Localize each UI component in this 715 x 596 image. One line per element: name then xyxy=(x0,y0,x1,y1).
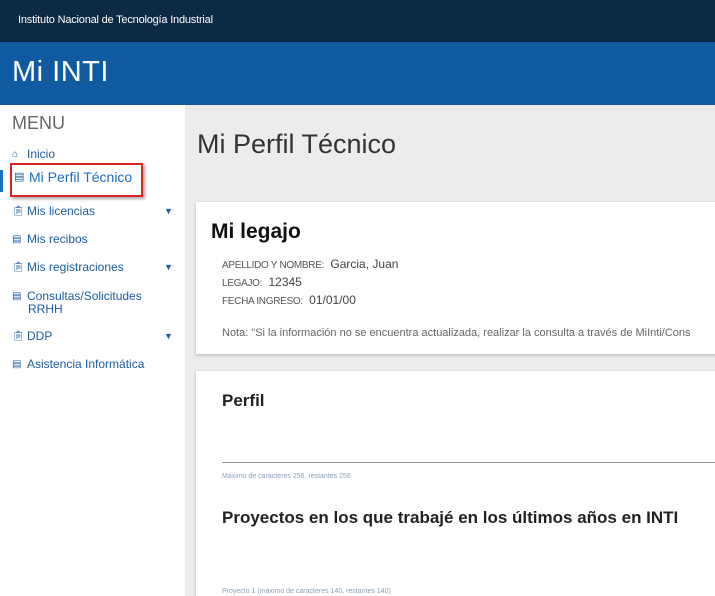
sidebar-item-label: DDP xyxy=(27,329,53,343)
chevron-down-icon[interactable]: ▼ xyxy=(164,261,173,274)
sidebar-item-ddp[interactable]: 📋︎ DDP ▼ xyxy=(12,329,173,343)
chevron-down-icon[interactable]: ▼ xyxy=(164,205,173,218)
card-icon: ▤ xyxy=(12,359,22,370)
clipboard-icon: 📋︎ xyxy=(12,262,25,273)
sidebar-item-label-line2: RRHH xyxy=(28,302,63,316)
sidebar-item-label: Asistencia Informática xyxy=(27,357,145,371)
menu-title: MENU xyxy=(12,113,65,133)
sidebar-item-label: Mi Perfil Técnico xyxy=(29,169,133,185)
sidebar-item-label: Mis registraciones xyxy=(27,260,124,274)
clipboard-icon: 📋︎ xyxy=(12,206,25,217)
active-indicator xyxy=(0,170,3,192)
sidebar-item-mis-licencias[interactable]: 📋︎ Mis licencias ▼ xyxy=(12,204,173,218)
field-label: APELLIDO Y NOMBRE: xyxy=(222,260,325,271)
perfil-card: Perfil Máximo de caracteres 256, restant… xyxy=(196,371,715,596)
field-value: 12345 xyxy=(268,275,302,289)
card-icon: ▤ xyxy=(12,291,22,302)
note-label: Nota: xyxy=(222,327,249,339)
field-label: FECHA INGRESO: xyxy=(222,296,303,307)
field-value: Garcia, Juan xyxy=(330,257,399,271)
sidebar-item-label: Inicio xyxy=(27,147,56,161)
sidebar-item-inicio[interactable]: ⌂ Inicio xyxy=(12,148,55,161)
legajo-title: Mi legajo xyxy=(211,220,301,243)
sidebar-item-mi-perfil-tecnico[interactable]: ▤ Mi Perfil Técnico xyxy=(10,163,143,197)
sidebar-item-label-group: Consultas/Solicitudes RRHH xyxy=(27,290,142,316)
brand-bar: Mi INTI xyxy=(0,42,715,105)
app-title[interactable]: Mi INTI xyxy=(12,56,109,89)
card-icon: ▤ xyxy=(12,234,22,245)
org-name: Instituto Nacional de Tecnología Industr… xyxy=(18,14,213,26)
home-icon: ⌂ xyxy=(12,149,19,160)
card-icon: ▤ xyxy=(14,171,25,183)
sidebar-item-mis-registraciones[interactable]: 📋︎ Mis registraciones ▼ xyxy=(12,260,173,274)
field-legajo: LEGAJO: 12345 xyxy=(222,275,302,289)
perfil-char-counter: Máximo de caracteres 256, restantes 256 xyxy=(222,473,351,480)
chevron-down-icon[interactable]: ▼ xyxy=(164,330,173,343)
note-text: "Si la información no se encuentra actua… xyxy=(251,327,691,339)
project-1-field-label[interactable]: Proyecto 1 (máximo de caracteres 140, re… xyxy=(222,588,391,595)
perfil-title: Perfil xyxy=(222,391,265,410)
perfil-input-underline[interactable] xyxy=(222,462,715,463)
legajo-note: Nota: "Si la información no se encuentra … xyxy=(222,327,691,339)
legajo-card: Mi legajo APELLIDO Y NOMBRE: Garcia, Jua… xyxy=(196,202,715,354)
sidebar-item-consultas-rrhh[interactable]: ▤ Consultas/Solicitudes RRHH xyxy=(12,290,142,316)
clipboard-icon: 📋︎ xyxy=(12,331,25,342)
field-value: 01/01/00 xyxy=(309,293,356,307)
main-content: Mi Perfil Técnico Mi legajo APELLIDO Y N… xyxy=(185,105,715,596)
field-apellido-nombre: APELLIDO Y NOMBRE: Garcia, Juan xyxy=(222,257,398,271)
page-title: Mi Perfil Técnico xyxy=(197,129,397,159)
sidebar-item-asistencia-informatica[interactable]: ▤ Asistencia Informática xyxy=(12,358,144,371)
sidebar-item-label: Mis recibos xyxy=(27,232,88,246)
field-fecha-ingreso: FECHA INGRESO: 01/01/00 xyxy=(222,293,356,307)
top-bar: Instituto Nacional de Tecnología Industr… xyxy=(0,0,715,42)
sidebar-item-label: Mis licencias xyxy=(27,204,96,218)
projects-title: Proyectos en los que trabajé en los últi… xyxy=(222,508,679,527)
sidebar-item-mis-recibos[interactable]: ▤ Mis recibos xyxy=(12,233,88,246)
field-label: LEGAJO: xyxy=(222,278,263,289)
